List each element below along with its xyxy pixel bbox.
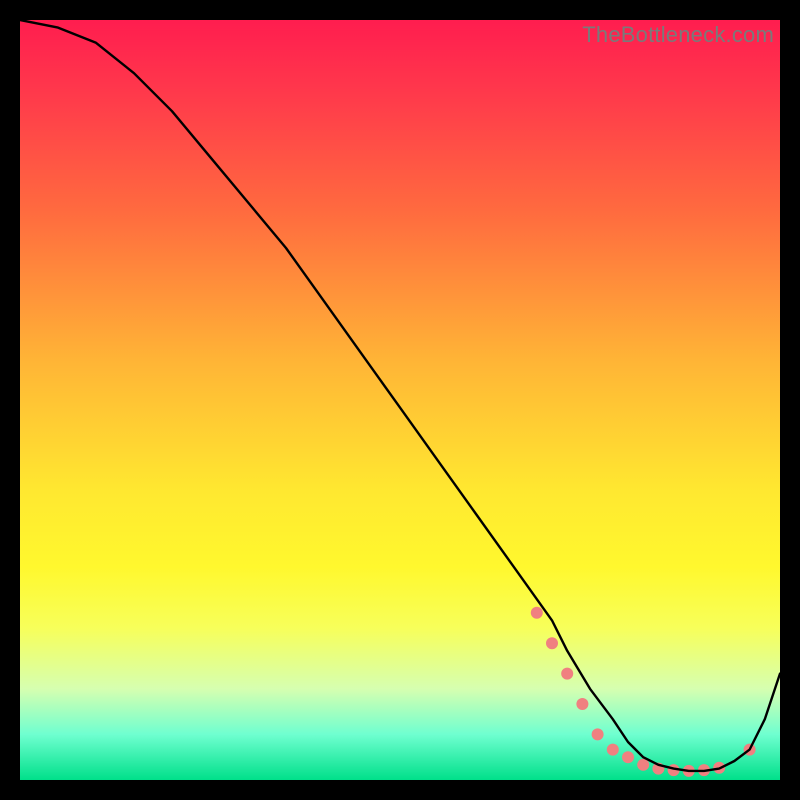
marker-dot bbox=[622, 751, 634, 763]
marker-dot bbox=[668, 764, 680, 776]
marker-dot bbox=[592, 728, 604, 740]
watermark-text: TheBottleneck.com bbox=[582, 22, 774, 48]
bottleneck-curve bbox=[20, 20, 780, 771]
chart-svg bbox=[20, 20, 780, 780]
chart-frame: TheBottleneck.com bbox=[0, 0, 800, 800]
marker-dot bbox=[744, 744, 756, 756]
marker-dot bbox=[713, 762, 725, 774]
marker-dot bbox=[683, 765, 695, 777]
marker-dot bbox=[576, 698, 588, 710]
chart-plot-area: TheBottleneck.com bbox=[20, 20, 780, 780]
marker-dot bbox=[637, 759, 649, 771]
markers-group bbox=[531, 607, 756, 777]
marker-dot bbox=[561, 668, 573, 680]
marker-dot bbox=[607, 744, 619, 756]
marker-dot bbox=[546, 637, 558, 649]
marker-dot bbox=[652, 763, 664, 775]
marker-dot bbox=[698, 764, 710, 776]
marker-dot bbox=[531, 607, 543, 619]
